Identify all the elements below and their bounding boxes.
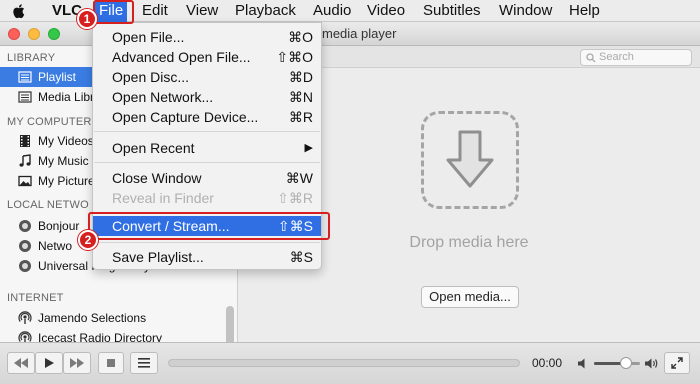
menu-edit[interactable]: Edit (138, 0, 172, 22)
sidebar-section-local-network: LOCAL NETWO (7, 199, 89, 211)
podcast-icon (18, 311, 32, 324)
menu-item-shortcut: ⌘N (288, 89, 313, 105)
menu-item-label: Open Network... (112, 89, 214, 105)
step-2-badge: 2 (78, 230, 98, 250)
sidebar-item-label: Playlist (38, 70, 77, 84)
music-note-icon (19, 154, 31, 167)
volume-slider[interactable] (594, 357, 640, 369)
playlist-toggle-button[interactable] (130, 352, 158, 374)
playlist-icon (18, 71, 32, 83)
fast-forward-button[interactable] (63, 352, 91, 374)
menu-item-open-file[interactable]: Open File... ⌘O (93, 27, 321, 47)
menu-item-shortcut: ⌘W (285, 170, 313, 186)
sidebar-item-label: Media Libr (38, 90, 95, 104)
menu-item-label: Open Capture Device... (112, 109, 259, 125)
film-icon (20, 135, 30, 147)
menu-item-advanced-open-file[interactable]: Advanced Open File... ⇧⌘O (93, 47, 321, 67)
menu-item-shortcut: ⌘S (289, 249, 313, 265)
zoom-window-button[interactable] (48, 28, 60, 40)
sidebar-item-label: My Picture (38, 174, 95, 188)
apple-logo-icon[interactable] (11, 3, 27, 19)
sidebar-section-internet: INTERNET (7, 292, 64, 304)
highlight-convert-stream (88, 212, 330, 240)
step-1-badge: 1 (77, 9, 97, 29)
sidebar-item-label: My Videos (38, 134, 94, 148)
volume-high-icon (645, 358, 658, 369)
playback-controls: 00:00 (0, 342, 700, 384)
minimize-window-button[interactable] (28, 28, 40, 40)
menu-separator (94, 162, 320, 163)
menu-item-reveal-in-finder: Reveal in Finder ⇧⌘R (93, 188, 321, 208)
picture-icon (18, 175, 32, 187)
sidebar-section-my-computer: MY COMPUTER (7, 116, 92, 128)
menu-item-label: Save Playlist... (112, 249, 204, 265)
sidebar-item-label: Netwo (38, 239, 73, 253)
fullscreen-icon (671, 357, 683, 369)
submenu-arrow-icon: ▶ (304, 142, 313, 154)
volume-knob[interactable] (620, 357, 633, 369)
menu-item-save-playlist[interactable]: Save Playlist... ⌘S (93, 247, 321, 267)
open-media-button[interactable]: Open media... (421, 286, 519, 308)
fast-forward-icon (70, 358, 84, 368)
search-icon (586, 53, 596, 63)
volume-low-icon (578, 358, 585, 369)
fullscreen-button[interactable] (664, 352, 690, 374)
menu-item-label: Reveal in Finder (112, 190, 214, 206)
play-button[interactable] (35, 352, 63, 374)
play-icon (45, 358, 54, 368)
menu-item-label: Open Disc... (112, 69, 190, 85)
drop-target-box (421, 111, 519, 209)
menu-subtitles[interactable]: Subtitles (419, 0, 485, 22)
sidebar-item-label: My Music (38, 154, 89, 168)
menu-item-shortcut: ⌘R (288, 109, 313, 125)
rewind-icon (14, 358, 28, 368)
menu-item-label: Open Recent (112, 140, 195, 156)
sidebar-item-label: Jamendo Selections (38, 311, 147, 325)
sidebar-section-library: LIBRARY (7, 52, 56, 64)
menu-item-label: Close Window (112, 170, 202, 186)
menu-view[interactable]: View (182, 0, 222, 22)
bonjour-icon (19, 220, 31, 232)
menu-item-shortcut: ⇧⌘R (277, 190, 313, 206)
menu-item-shortcut: ⌘D (288, 69, 313, 85)
menu-item-open-network[interactable]: Open Network... ⌘N (93, 87, 321, 107)
download-arrow-icon (446, 130, 494, 188)
close-window-button[interactable] (8, 28, 20, 40)
sidebar-item-label: Bonjour (38, 219, 80, 233)
network-icon (19, 240, 31, 252)
menu-item-close-window[interactable]: Close Window ⌘W (93, 168, 321, 188)
menu-audio[interactable]: Audio (309, 0, 355, 22)
upnp-icon (19, 260, 31, 272)
window-title: media player (322, 26, 397, 41)
timeline-slider[interactable] (168, 359, 520, 367)
highlight-file-menu (93, 0, 134, 24)
menu-video[interactable]: Video (363, 0, 409, 22)
menu-playback[interactable]: Playback (231, 0, 300, 22)
elapsed-time: 00:00 (532, 356, 563, 370)
menu-item-label: Open File... (112, 29, 185, 45)
menu-item-label: Advanced Open File... (112, 49, 251, 65)
menu-item-open-capture-device[interactable]: Open Capture Device... ⌘R (93, 107, 321, 127)
list-icon (138, 358, 150, 368)
menu-separator (94, 131, 320, 132)
menu-item-shortcut: ⇧⌘O (276, 49, 313, 65)
menu-window[interactable]: Window (495, 0, 556, 22)
menu-separator (94, 242, 320, 243)
media-library-icon (18, 91, 32, 103)
search-placeholder: Search (599, 51, 634, 63)
rewind-button[interactable] (7, 352, 35, 374)
menu-help[interactable]: Help (565, 0, 604, 22)
menu-item-open-recent[interactable]: Open Recent ▶ (93, 138, 321, 158)
sidebar-item-jamendo[interactable]: Jamendo Selections (0, 308, 225, 328)
stop-icon (107, 359, 115, 367)
stop-button[interactable] (98, 352, 124, 374)
search-input[interactable]: Search (580, 49, 692, 66)
menu-item-shortcut: ⌘O (288, 29, 313, 45)
menu-item-open-disc[interactable]: Open Disc... ⌘D (93, 67, 321, 87)
